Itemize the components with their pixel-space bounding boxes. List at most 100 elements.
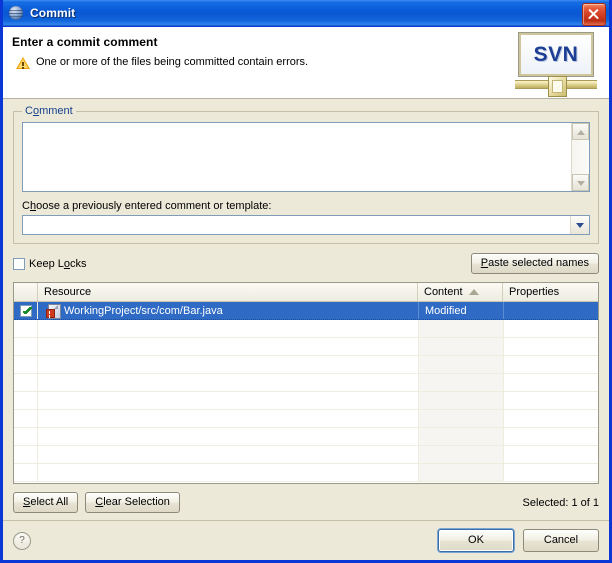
cell-resource-label: WorkingProject/src/com/Bar.java [64, 304, 223, 317]
choose-label-pre: C [22, 200, 30, 212]
cell-empty [38, 392, 418, 409]
cell-empty [14, 338, 38, 355]
cell-empty [418, 374, 503, 391]
cell-empty [503, 374, 598, 391]
column-header-properties[interactable]: Properties [503, 283, 598, 301]
template-combobox[interactable] [22, 215, 590, 235]
choose-template-label: Choose a previously entered comment or t… [22, 200, 590, 212]
java-file-error-icon [46, 303, 61, 319]
sort-ascending-icon [468, 289, 479, 295]
comment-legend-post: mment [39, 105, 73, 117]
table-header-row: Resource Content Properties [14, 283, 598, 302]
table-row-empty[interactable] [14, 464, 598, 482]
keep-locks-box-icon[interactable] [13, 257, 25, 270]
table-row[interactable]: WorkingProject/src/com/Bar.java Modified [14, 302, 598, 320]
cell-empty [503, 428, 598, 445]
comment-legend-pre: C [25, 105, 33, 117]
cell-empty [418, 320, 503, 337]
window-title: Commit [30, 6, 76, 20]
cell-empty [38, 338, 418, 355]
cell-empty [14, 410, 38, 427]
cell-empty [14, 320, 38, 337]
cell-empty [503, 392, 598, 409]
column-header-content-label: Content [424, 286, 463, 298]
cell-empty [14, 428, 38, 445]
table-row-empty[interactable] [14, 356, 598, 374]
checkmark-icon[interactable] [19, 304, 32, 317]
cell-empty [418, 356, 503, 373]
column-header-resource[interactable]: Resource [38, 283, 418, 301]
cell-empty [14, 392, 38, 409]
keep-locks-post: cks [70, 257, 87, 270]
comment-scrollbar[interactable] [571, 123, 589, 191]
header-message-row: One or more of the files being committed… [12, 56, 599, 70]
keep-locks-checkbox[interactable]: Keep Locks [13, 257, 87, 270]
row-checkbox[interactable] [14, 302, 38, 319]
globe-icon [8, 5, 25, 22]
cell-empty [503, 410, 598, 427]
clear-selection-label: lear Selection [103, 496, 170, 508]
comment-group-legend: Comment [22, 105, 76, 117]
table-row-empty[interactable] [14, 428, 598, 446]
table-row-empty[interactable] [14, 374, 598, 392]
clear-selection-button[interactable]: Clear Selection [85, 492, 180, 513]
cell-properties [503, 302, 598, 319]
cell-empty [503, 446, 598, 463]
table-row-empty[interactable] [14, 446, 598, 464]
svn-logo-text: SVN [533, 42, 579, 66]
cancel-button[interactable]: Cancel [523, 529, 599, 552]
column-header-properties-label: Properties [509, 286, 560, 298]
column-header-content[interactable]: Content [418, 283, 503, 301]
close-icon[interactable] [582, 3, 606, 26]
cell-content: Modified [418, 302, 503, 319]
paste-label: aste selected names [488, 257, 589, 269]
dialog-footer: ? OK Cancel [3, 520, 609, 560]
column-header-check[interactable] [14, 283, 38, 301]
scrollbar-trough[interactable] [572, 140, 589, 174]
commit-dialog: Commit Enter a commit comment One or mor… [0, 0, 612, 563]
title-bar: Commit [3, 0, 609, 27]
table-row-empty[interactable] [14, 410, 598, 428]
svn-logo: SVN [515, 32, 597, 97]
cell-empty [38, 464, 418, 481]
cell-empty [38, 410, 418, 427]
cell-resource: WorkingProject/src/com/Bar.java [38, 302, 418, 319]
dialog-header: Enter a commit comment One or more of th… [3, 27, 609, 99]
table-row-empty[interactable] [14, 392, 598, 410]
selected-status: Selected: 1 of 1 [522, 496, 599, 509]
cell-empty [418, 338, 503, 355]
table-row-empty[interactable] [14, 338, 598, 356]
selection-row: Select All Clear Selection Selected: 1 o… [13, 492, 599, 513]
chevron-down-icon[interactable] [570, 216, 589, 234]
scroll-down-icon[interactable] [572, 174, 589, 191]
cell-empty [14, 464, 38, 481]
scroll-up-icon[interactable] [572, 123, 589, 140]
keep-locks-pre: Keep L [29, 257, 64, 270]
cell-empty [418, 392, 503, 409]
cell-empty [418, 446, 503, 463]
ok-button[interactable]: OK [438, 529, 514, 552]
select-all-label: elect All [30, 496, 69, 508]
help-icon[interactable]: ? [13, 531, 31, 550]
comment-group: Comment Choose a previously entered comm… [13, 105, 599, 244]
cell-empty [503, 338, 598, 355]
cell-empty [14, 356, 38, 373]
resource-table: Resource Content Properties WorkingProje… [13, 282, 599, 484]
cell-empty [418, 410, 503, 427]
cell-empty [503, 320, 598, 337]
cell-empty [418, 464, 503, 481]
comment-input[interactable] [23, 123, 571, 191]
paste-selected-names-button[interactable]: Paste selected names [470, 253, 599, 274]
cell-empty [503, 464, 598, 481]
cell-empty [418, 428, 503, 445]
template-combobox-value[interactable] [23, 216, 570, 234]
select-all-button[interactable]: Select All [13, 492, 79, 513]
cell-empty [14, 446, 38, 463]
table-row-empty[interactable] [14, 320, 598, 338]
header-message: One or more of the files being committed… [36, 56, 309, 68]
column-header-resource-label: Resource [44, 286, 92, 298]
cell-empty [38, 428, 418, 445]
table-body: WorkingProject/src/com/Bar.java Modified [14, 302, 598, 483]
cell-empty [38, 374, 418, 391]
dialog-body: Comment Choose a previously entered comm… [3, 99, 609, 520]
